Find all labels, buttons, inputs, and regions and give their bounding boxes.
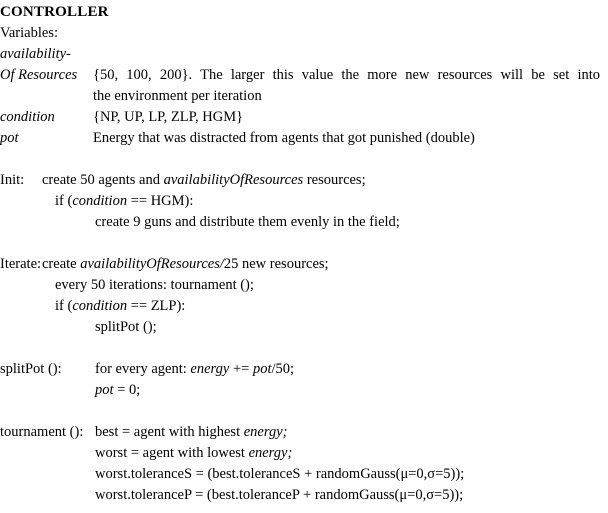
- code-line-text: splitPot ();: [42, 317, 600, 338]
- code-line-text: create 50 agents and availabilityOfResou…: [42, 170, 600, 191]
- code-token: energy;: [248, 445, 293, 461]
- table-row: pot Energy that was distracted from agen…: [0, 128, 600, 149]
- block-label-spacer: [0, 464, 95, 485]
- code-token: 25 new resources;: [223, 256, 329, 272]
- code-token: energy: [190, 361, 230, 377]
- block-label-spacer: [0, 317, 42, 338]
- variable-description-condition: {NP, UP, LP, ZLP, HGM}: [93, 109, 244, 125]
- code-line: tournament (): best = agent with highest …: [0, 422, 600, 443]
- variable-description-pot: Energy that was distracted from agents t…: [93, 130, 475, 146]
- code-token: == ZLP):: [127, 298, 186, 314]
- block-label-spacer: [0, 485, 95, 506]
- code-token: pot: [95, 382, 114, 398]
- code-line-text: worst.toleranceP = (best.toleranceP + ra…: [95, 485, 600, 506]
- variable-value-availability-spacer: [93, 44, 600, 65]
- code-line: splitPot ();: [0, 317, 600, 338]
- code-token: availabilityOfResources/: [80, 256, 224, 272]
- code-token: == HGM):: [127, 193, 194, 209]
- table-row: Of Resources {50, 100, 200}. The larger …: [0, 65, 600, 107]
- code-line-text: for every agent: energy += pot/50;: [95, 359, 600, 380]
- code-line-text: worst.toleranceS = (best.toleranceS + ra…: [95, 464, 600, 485]
- pseudocode-document: CONTROLLER Variables: availability- Of R…: [0, 0, 608, 513]
- variable-name-condition: condition: [0, 109, 55, 125]
- code-token: = 0;: [113, 382, 141, 398]
- code-line-text: pot = 0;: [95, 380, 600, 401]
- code-line: worst = agent with lowest energy;: [0, 443, 600, 464]
- block-label-splitpot: splitPot ():: [0, 361, 62, 377]
- code-token: splitPot ();: [95, 319, 157, 335]
- code-token: worst.toleranceS = (best.toleranceS + ra…: [95, 466, 465, 482]
- code-line: Init: create 50 agents and availabilityOf…: [0, 170, 600, 191]
- code-token: /50;: [271, 361, 295, 377]
- code-token: condition: [72, 298, 128, 314]
- code-line: Iterate: create availabilityOfResources/2…: [0, 254, 600, 275]
- code-line-text: best = agent with highest energy;: [95, 422, 600, 443]
- code-token: worst = agent with lowest: [95, 445, 249, 461]
- code-token: create 50 agents and: [42, 172, 164, 188]
- procedure-blocks: Init: create 50 agents and availabilityOf…: [0, 170, 600, 506]
- block-label-spacer: [0, 275, 42, 296]
- code-token: every 50 iterations: tournament ();: [55, 277, 254, 293]
- block-label-iterate: Iterate:: [0, 256, 42, 272]
- code-token: for every agent:: [95, 361, 191, 377]
- code-token: pot: [252, 361, 272, 377]
- code-token: availabilityOfResources: [163, 172, 304, 188]
- code-line: worst.toleranceS = (best.toleranceS + ra…: [0, 464, 600, 485]
- code-line: pot = 0;: [0, 380, 600, 401]
- code-line: if (condition == HGM):: [0, 191, 600, 212]
- variable-name-availability-line1: availability-: [0, 46, 71, 62]
- code-token: resources;: [303, 172, 366, 188]
- code-line: splitPot (): for every agent: energy += p…: [0, 359, 600, 380]
- code-line-text: if (condition == ZLP):: [42, 296, 600, 317]
- code-line-text: if (condition == HGM):: [42, 191, 600, 212]
- code-token: if (: [55, 193, 73, 209]
- block-label-spacer: [0, 191, 42, 212]
- table-row: condition {NP, UP, LP, ZLP, HGM}: [0, 107, 600, 128]
- code-line-text: worst = agent with lowest energy;: [95, 443, 600, 464]
- code-token: if (: [55, 298, 73, 314]
- code-token: condition: [72, 193, 128, 209]
- code-line: worst.toleranceP = (best.toleranceP + ra…: [0, 485, 600, 506]
- block-label-tournament: tournament ():: [0, 424, 84, 440]
- table-row: availability-: [0, 44, 600, 65]
- block-label-spacer: [0, 380, 95, 401]
- code-token: create: [42, 256, 81, 272]
- code-token: energy;: [243, 424, 288, 440]
- code-line: if (condition == ZLP):: [0, 296, 600, 317]
- code-token: worst.toleranceP = (best.toleranceP + ra…: [95, 487, 464, 503]
- variables-table: availability- Of Resources {50, 100, 200…: [0, 44, 600, 149]
- block-label-spacer: [0, 443, 95, 464]
- variable-name-pot: pot: [0, 130, 19, 146]
- code-line-text: create availabilityOfResources/25 new re…: [42, 254, 600, 275]
- block-label-spacer: [0, 296, 42, 317]
- code-token: +=: [229, 361, 253, 377]
- code-line-text: create 9 guns and distribute them evenly…: [42, 212, 600, 233]
- page-title: CONTROLLER: [0, 4, 109, 20]
- variable-description-availability: {50, 100, 200}. The larger this value th…: [93, 65, 600, 107]
- code-token: create 9 guns and distribute them evenly…: [95, 214, 400, 230]
- code-line: create 9 guns and distribute them evenly…: [0, 212, 600, 233]
- description-line: {50, 100, 200}. The larger this value th…: [93, 67, 600, 83]
- code-line-text: every 50 iterations: tournament ();: [42, 275, 600, 296]
- variable-name-availability-line2: Of Resources: [0, 67, 78, 83]
- variables-heading: Variables:: [0, 25, 58, 41]
- block-label-spacer: [0, 212, 42, 233]
- block-label-init: Init:: [0, 172, 25, 188]
- code-token: best = agent with highest: [95, 424, 244, 440]
- description-line: the environment per iteration: [93, 88, 262, 104]
- code-line: every 50 iterations: tournament ();: [0, 275, 600, 296]
